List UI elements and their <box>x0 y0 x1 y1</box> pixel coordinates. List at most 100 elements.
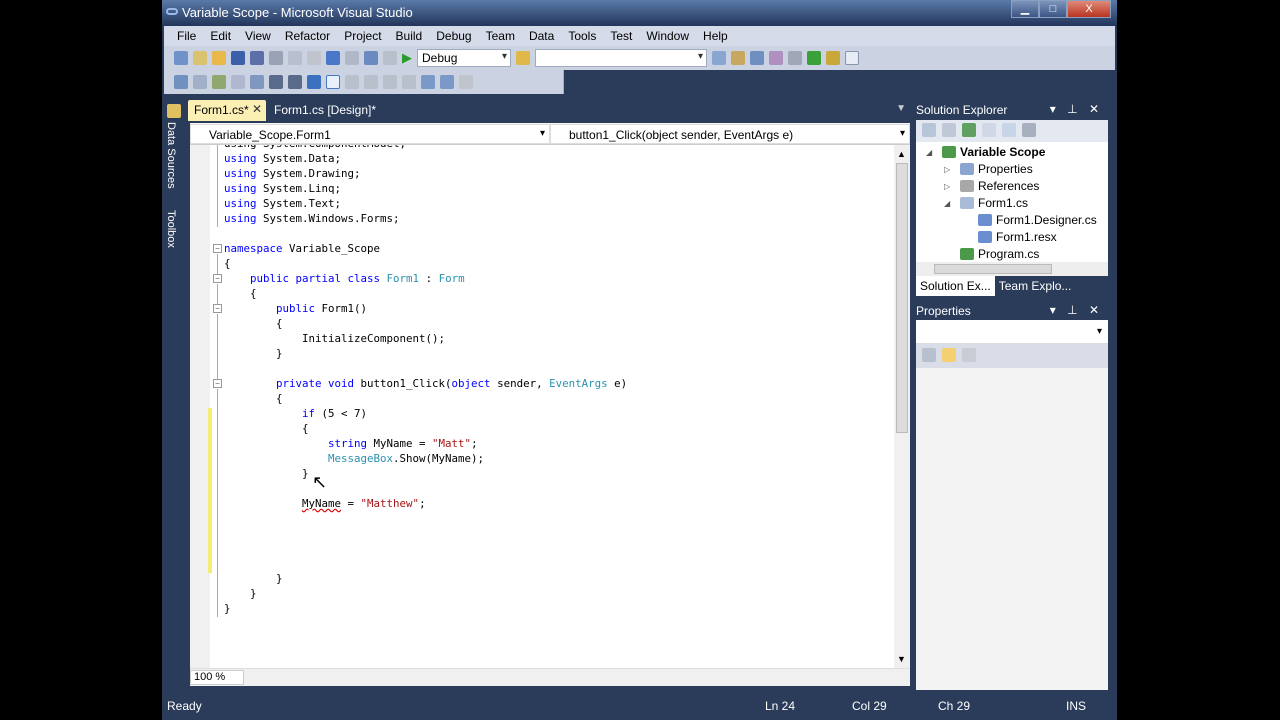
collapse-constructor-icon[interactable]: − <box>213 304 222 313</box>
command-window-icon[interactable] <box>845 51 859 65</box>
class-view-icon[interactable] <box>826 51 840 65</box>
menu-window[interactable]: Window <box>639 26 696 46</box>
solution-explorer-icon[interactable] <box>712 51 726 65</box>
code-line[interactable]: } <box>224 466 309 481</box>
code-line[interactable]: { <box>224 316 283 331</box>
editor-horizontal-scrollbar[interactable]: 100 % <box>190 668 910 686</box>
cut-icon[interactable] <box>269 51 283 65</box>
data-sources-icon[interactable] <box>167 104 181 118</box>
tree-project[interactable]: Variable Scope <box>942 143 1045 160</box>
menu-team[interactable]: Team <box>479 26 522 46</box>
close-tab-icon[interactable]: ✕ <box>252 102 262 116</box>
tree-form1-designer[interactable]: Form1.Designer.cs <box>978 211 1097 228</box>
undo-icon[interactable] <box>326 51 340 65</box>
menu-test[interactable]: Test <box>603 26 639 46</box>
code-line[interactable]: } <box>224 586 257 601</box>
code-line[interactable]: using System.Data; <box>224 151 341 166</box>
type-dropdown[interactable]: Variable_Scope.Form1 <box>190 124 550 144</box>
maximize-button[interactable]: □ <box>1039 0 1067 18</box>
clear-bookmarks-icon[interactable] <box>459 75 473 89</box>
add-item-icon[interactable] <box>193 51 207 65</box>
uncomment-icon[interactable] <box>307 75 321 89</box>
menu-edit[interactable]: Edit <box>203 26 238 46</box>
open-icon[interactable] <box>212 51 226 65</box>
save-icon[interactable] <box>231 51 245 65</box>
menu-data[interactable]: Data <box>522 26 561 46</box>
object-browser-icon[interactable] <box>750 51 764 65</box>
minimize-button[interactable]: ▁ <box>1011 0 1039 18</box>
categorized-icon[interactable] <box>922 348 936 362</box>
object-members-icon[interactable] <box>174 75 188 89</box>
code-line[interactable]: using System.Drawing; <box>224 166 361 181</box>
tree-form1-resx[interactable]: Form1.resx <box>978 228 1057 245</box>
code-line[interactable]: private void button1_Click(object sender… <box>224 376 627 391</box>
paste-icon[interactable] <box>307 51 321 65</box>
comment-icon[interactable] <box>288 75 302 89</box>
navigate-forward-icon[interactable] <box>383 51 397 65</box>
menu-help[interactable]: Help <box>696 26 735 46</box>
code-line[interactable]: { <box>224 256 231 271</box>
code-line[interactable]: MyName = "Matthew"; <box>224 496 426 511</box>
solution-config-select[interactable]: Debug <box>417 49 511 67</box>
code-line[interactable]: } <box>224 601 231 616</box>
start-debugging-icon[interactable]: ▶ <box>402 50 412 66</box>
tree-horizontal-scrollbar[interactable] <box>916 262 1108 276</box>
bookmark-icon[interactable] <box>326 75 340 89</box>
properties-window-icon[interactable] <box>731 51 745 65</box>
code-line[interactable]: public Form1() <box>224 301 367 316</box>
tree-references[interactable]: References <box>960 177 1039 194</box>
code-line[interactable]: if (5 < 7) <box>224 406 367 421</box>
close-button[interactable]: X <box>1067 0 1111 18</box>
properties-icon[interactable] <box>922 123 936 137</box>
member-dropdown[interactable]: button1_Click(object sender, EventArgs e… <box>550 124 910 144</box>
tree-form1[interactable]: Form1.cs <box>960 194 1028 211</box>
editor-vertical-scrollbar[interactable]: ▲ ▼ <box>894 145 910 668</box>
toolbox-icon[interactable] <box>769 51 783 65</box>
menu-debug[interactable]: Debug <box>429 26 478 46</box>
code-line[interactable]: namespace Variable_Scope <box>224 241 380 256</box>
view-code-icon[interactable] <box>982 123 996 137</box>
code-line[interactable]: string MyName = "Matt"; <box>224 436 478 451</box>
code-editor[interactable]: − − − − using System.ComponentModel;usin… <box>190 145 910 668</box>
refresh-icon[interactable] <box>962 123 976 137</box>
view-designer-icon[interactable] <box>1002 123 1016 137</box>
code-line[interactable]: { <box>224 391 283 406</box>
quick-info-icon[interactable] <box>212 75 226 89</box>
menu-tools[interactable]: Tools <box>561 26 603 46</box>
toolbox-tab[interactable]: Toolbox <box>165 210 177 248</box>
code-line[interactable]: using System.Linq; <box>224 181 341 196</box>
class-diagram-icon[interactable] <box>1022 123 1036 137</box>
tree-program[interactable]: Program.cs <box>960 245 1039 262</box>
code-line[interactable]: { <box>224 421 309 436</box>
code-line[interactable]: MessageBox.Show(MyName); <box>224 451 484 466</box>
next-bookmark-doc-icon[interactable] <box>440 75 454 89</box>
data-sources-tab[interactable]: Data Sources <box>165 122 177 189</box>
menu-view[interactable]: View <box>238 26 278 46</box>
code-line[interactable]: } <box>224 346 283 361</box>
find-in-files-icon[interactable] <box>516 51 530 65</box>
panel-controls[interactable]: ▾ ⊥ ✕ <box>1050 102 1103 116</box>
next-bookmark-icon[interactable] <box>364 75 378 89</box>
new-project-icon[interactable] <box>174 51 188 65</box>
property-pages-icon[interactable] <box>962 348 976 362</box>
next-bookmark-folder-icon[interactable] <box>402 75 416 89</box>
menu-build[interactable]: Build <box>389 26 430 46</box>
zoom-select[interactable]: 100 % <box>190 670 244 685</box>
parameter-info-icon[interactable] <box>193 75 207 89</box>
tab-list-dropdown-icon[interactable]: ▼ <box>896 103 906 114</box>
collapse-class-icon[interactable]: − <box>213 274 222 283</box>
redo-icon[interactable] <box>345 51 359 65</box>
prev-bookmark-icon[interactable] <box>345 75 359 89</box>
code-line[interactable]: using System.Windows.Forms; <box>224 211 400 226</box>
indent-icon[interactable] <box>269 75 283 89</box>
navigate-back-icon[interactable] <box>364 51 378 65</box>
collapse-namespace-icon[interactable]: − <box>213 244 222 253</box>
prev-bookmark-doc-icon[interactable] <box>421 75 435 89</box>
code-line[interactable]: { <box>224 286 257 301</box>
alphabetical-icon[interactable] <box>942 348 956 362</box>
save-all-icon[interactable] <box>250 51 264 65</box>
panel-controls[interactable]: ▾ ⊥ ✕ <box>1050 303 1103 317</box>
tab-form1-design[interactable]: Form1.cs [Design]* <box>268 100 382 121</box>
menu-project[interactable]: Project <box>337 26 388 46</box>
copy-icon[interactable] <box>288 51 302 65</box>
